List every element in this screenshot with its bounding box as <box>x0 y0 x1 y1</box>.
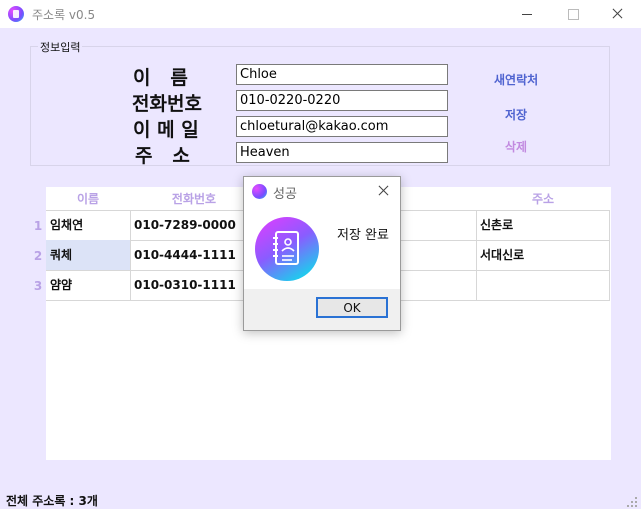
maximize-button[interactable] <box>550 0 596 28</box>
cell-address[interactable]: 서대신로 <box>476 240 610 270</box>
delete-button[interactable]: 삭제 <box>505 138 527 155</box>
cell-name[interactable]: 임채연 <box>46 210 130 240</box>
column-header-address[interactable]: 주소 <box>476 188 610 210</box>
column-header-name[interactable]: 이름 <box>46 188 130 210</box>
success-dialog: 성공 저장 완료 OK <box>243 176 401 331</box>
email-input[interactable] <box>236 116 448 137</box>
name-label: 이 름 <box>133 67 188 89</box>
cell-phone[interactable]: 010-4444-1111 <box>130 240 258 270</box>
app-icon <box>8 6 24 22</box>
column-header-phone[interactable]: 전화번호 <box>130 188 258 210</box>
resize-grip[interactable] <box>627 497 637 507</box>
dialog-title: 성공 <box>273 187 297 202</box>
address-input[interactable] <box>236 142 448 163</box>
row-number: 1 <box>33 219 43 233</box>
cell-phone[interactable]: 010-0310-1111 <box>130 270 258 300</box>
window-title: 주소록 v0.5 <box>32 8 96 22</box>
title-bar: 주소록 v0.5 <box>0 0 641 28</box>
dialog-close-icon[interactable] <box>376 183 392 199</box>
row-number: 3 <box>33 279 43 293</box>
row-number: 2 <box>33 249 43 263</box>
cell-name[interactable]: 얌얌 <box>46 270 130 300</box>
minimize-button[interactable] <box>504 0 550 28</box>
dialog-footer: OK <box>244 289 400 330</box>
dialog-message: 저장 완료 <box>337 228 389 243</box>
phone-input[interactable] <box>236 90 448 111</box>
group-label: 정보입력 <box>38 39 83 55</box>
cell-name[interactable]: 쿼체 <box>46 240 130 270</box>
name-input[interactable] <box>236 64 448 85</box>
ok-button[interactable]: OK <box>316 297 388 318</box>
cell-address[interactable]: 신촌로 <box>476 210 610 240</box>
dialog-app-icon <box>252 184 267 199</box>
phone-label: 전화번호 <box>132 93 202 115</box>
status-text: 전체 주소록 : 3개 <box>6 494 98 508</box>
address-book-icon <box>255 217 319 281</box>
save-button[interactable]: 저장 <box>505 106 527 123</box>
cell-address[interactable] <box>476 270 610 300</box>
close-button[interactable] <box>595 0 641 28</box>
address-label: 주 소 <box>135 145 190 167</box>
new-contact-button[interactable]: 새연락처 <box>494 71 538 88</box>
cell-phone[interactable]: 010-7289-0000 <box>130 210 258 240</box>
email-label: 이 메 일 <box>133 119 199 141</box>
